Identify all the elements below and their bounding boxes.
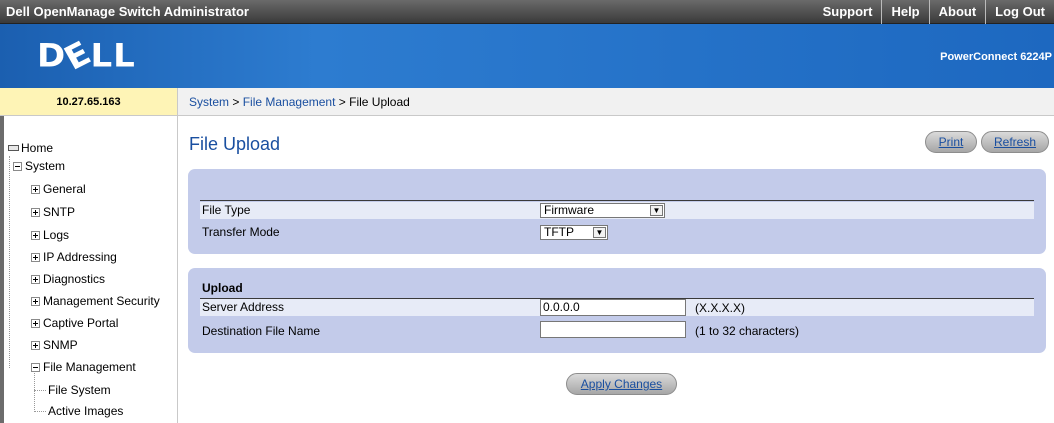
- sidebar-item-label: File Management: [43, 360, 136, 374]
- nav-logout-link[interactable]: Log Out: [985, 0, 1054, 24]
- model-name: PowerConnect 6224P: [940, 51, 1052, 63]
- file-type-select[interactable]: Firmware ▼: [540, 203, 665, 218]
- breadcrumb-bar: System > File Management > File Upload: [178, 88, 1054, 116]
- apply-changes-button[interactable]: Apply Changes: [566, 373, 677, 395]
- tree-line: [34, 390, 46, 391]
- sidebar-item-sntp[interactable]: SNTP: [31, 205, 75, 219]
- expand-icon[interactable]: [31, 296, 40, 306]
- sidebar-item-label: Active Images: [48, 404, 124, 418]
- breadcrumb-separator: >: [229, 95, 243, 109]
- sidebar-item-file-management[interactable]: File Management: [31, 360, 136, 374]
- sidebar-item-management-security[interactable]: Management Security: [31, 294, 160, 308]
- banner: DELL PowerConnect 6224P: [0, 24, 1054, 88]
- sidebar-item-label: Home: [21, 141, 54, 155]
- server-address-label: Server Address: [202, 300, 285, 314]
- ip-address: 10.27.65.163: [0, 88, 178, 116]
- expand-icon[interactable]: [31, 184, 40, 194]
- top-nav: Support Help About Log Out: [814, 0, 1054, 24]
- home-icon: [8, 145, 19, 151]
- sidebar-item-label: System: [25, 159, 66, 173]
- upload-section-title: Upload: [202, 281, 243, 295]
- page-title: File Upload: [189, 134, 281, 154]
- tree-line: [9, 156, 10, 368]
- refresh-button[interactable]: Refresh: [981, 131, 1049, 153]
- sidebar-item-active-images[interactable]: Active Images: [48, 404, 123, 418]
- destination-file-input[interactable]: [540, 321, 686, 338]
- expand-icon[interactable]: [31, 274, 40, 284]
- breadcrumb: System > File Management > File Upload: [189, 95, 410, 109]
- sidebar-item-label: IP Addressing: [43, 250, 117, 264]
- print-button[interactable]: Print: [925, 131, 977, 153]
- sidebar-item-label: General: [43, 182, 86, 196]
- expand-icon[interactable]: [31, 340, 40, 350]
- transfer-mode-selected-value: TFTP: [544, 225, 574, 239]
- sidebar-item-general[interactable]: General: [31, 182, 86, 196]
- server-address-hint: (X.X.X.X): [695, 301, 746, 315]
- sidebar-item-label: SNMP: [43, 338, 78, 352]
- expand-icon[interactable]: [31, 207, 40, 217]
- file-type-selected-value: Firmware: [544, 203, 594, 217]
- collapse-icon[interactable]: [31, 362, 40, 372]
- sidebar-item-ip-addressing[interactable]: IP Addressing: [31, 250, 117, 264]
- destination-file-label: Destination File Name: [202, 324, 321, 338]
- app-title: Dell OpenManage Switch Administrator: [6, 4, 249, 19]
- collapse-icon[interactable]: [13, 161, 22, 171]
- sidebar-item-snmp[interactable]: SNMP: [31, 338, 78, 352]
- sidebar-rail: [0, 116, 4, 423]
- tree-line: [34, 411, 46, 412]
- sidebar-item-label: Logs: [43, 228, 70, 242]
- expand-icon[interactable]: [31, 318, 40, 328]
- sidebar-item-file-system[interactable]: File System: [48, 383, 111, 397]
- server-address-input[interactable]: 0.0.0.0: [540, 299, 686, 316]
- sidebar-item-label: Diagnostics: [43, 272, 106, 286]
- chevron-down-icon: ▼: [593, 227, 606, 238]
- nav-about-link[interactable]: About: [928, 0, 986, 24]
- sidebar-item-captive-portal[interactable]: Captive Portal: [31, 316, 118, 330]
- sidebar-item-label: SNTP: [43, 205, 76, 219]
- sidebar-item-label: Captive Portal: [43, 316, 119, 330]
- transfer-mode-label: Transfer Mode: [202, 225, 280, 239]
- file-type-label: File Type: [202, 203, 251, 217]
- breadcrumb-system-link[interactable]: System: [189, 95, 229, 109]
- sidebar-item-logs[interactable]: Logs: [31, 228, 69, 242]
- nav-support-link[interactable]: Support: [814, 0, 882, 24]
- breadcrumb-current: File Upload: [349, 95, 410, 109]
- top-bar: Dell OpenManage Switch Administrator Sup…: [0, 0, 1054, 24]
- sidebar-item-label: File System: [48, 383, 111, 397]
- file-type-panel: File Type Firmware ▼ Transfer Mode TFTP …: [188, 169, 1046, 254]
- sidebar-item-diagnostics[interactable]: Diagnostics: [31, 272, 105, 286]
- breadcrumb-separator: >: [335, 95, 350, 109]
- sidebar-item-system[interactable]: System: [13, 159, 65, 173]
- nav-help-link[interactable]: Help: [881, 0, 928, 24]
- sidebar-item-home[interactable]: Home: [8, 141, 53, 155]
- sidebar-tree: Home System General SNTP Logs IP Address…: [0, 116, 178, 423]
- dell-logo: DELL: [37, 33, 136, 79]
- sidebar-item-label: Management Security: [43, 294, 160, 308]
- divider: [200, 200, 1034, 201]
- transfer-mode-select[interactable]: TFTP ▼: [540, 225, 608, 240]
- expand-icon[interactable]: [31, 230, 40, 240]
- chevron-down-icon: ▼: [650, 205, 663, 216]
- upload-panel: Upload Server Address 0.0.0.0 (X.X.X.X) …: [188, 268, 1046, 353]
- expand-icon[interactable]: [31, 252, 40, 262]
- destination-file-hint: (1 to 32 characters): [695, 324, 800, 338]
- breadcrumb-file-management-link[interactable]: File Management: [243, 95, 336, 109]
